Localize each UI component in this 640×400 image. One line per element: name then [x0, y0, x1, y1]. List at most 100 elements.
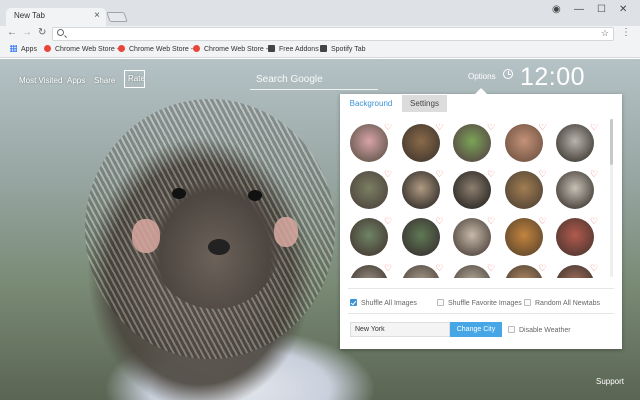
favorite-heart-icon[interactable]: ♡ — [436, 124, 446, 132]
favorite-heart-icon[interactable]: ♡ — [436, 169, 446, 179]
favorite-heart-icon[interactable]: ♡ — [590, 169, 600, 179]
background-thumbnail[interactable] — [453, 124, 491, 162]
search-input[interactable] — [250, 70, 378, 88]
background-thumbnail[interactable] — [556, 124, 594, 162]
background-thumbnail[interactable] — [350, 171, 388, 209]
scrollbar-thumb[interactable] — [610, 119, 613, 165]
panel-tabs: Background Settings — [340, 94, 622, 112]
background-thumbnail[interactable] — [504, 265, 543, 278]
favorite-heart-icon[interactable]: ♡ — [436, 263, 446, 273]
tab-background[interactable]: Background — [342, 95, 400, 112]
support-link[interactable]: Support — [596, 377, 624, 386]
favorite-heart-icon[interactable]: ♡ — [590, 124, 600, 132]
background-thumbnail[interactable] — [556, 171, 594, 209]
background-thumbnail[interactable] — [504, 218, 543, 256]
browser-menu-icon[interactable]: ⋮ — [621, 27, 631, 38]
bookmark-label: Chrome Web Store - — [55, 46, 120, 53]
favorite-heart-icon[interactable]: ♡ — [487, 216, 497, 226]
change-city-button[interactable]: Change City — [450, 322, 502, 337]
background-thumbnail[interactable] — [350, 218, 388, 256]
back-button[interactable]: ← — [7, 27, 17, 38]
hedgehog-nose — [208, 239, 230, 255]
disable-weather-checkbox[interactable] — [508, 326, 515, 333]
bookmark-label: Free Addons — [279, 46, 319, 53]
background-thumbnail[interactable] — [401, 265, 440, 278]
bookmark-star-icon[interactable]: ☆ — [601, 28, 609, 39]
favorite-heart-icon[interactable]: ♡ — [487, 263, 497, 273]
favorite-heart-icon[interactable]: ♡ — [487, 124, 497, 132]
background-thumbnail[interactable] — [556, 265, 594, 278]
divider — [348, 313, 614, 314]
background-thumbnail[interactable] — [350, 265, 388, 278]
browser-titlebar: New Tab × ◉ — ☐ ✕ — [0, 0, 640, 26]
bookmark-label: Chrome Web Store - — [204, 46, 269, 53]
disable-weather-option[interactable]: Disable Weather — [508, 326, 571, 334]
minimize-button[interactable]: — — [574, 4, 584, 15]
chrome-store-icon — [193, 45, 200, 52]
addons-icon — [268, 45, 275, 52]
background-thumbnail[interactable] — [350, 124, 388, 162]
address-bar[interactable]: ☆ — [52, 27, 614, 41]
hedgehog-eye-left — [172, 188, 186, 199]
apps-grid-icon — [10, 45, 17, 52]
background-thumbnail-grid: ♡ ♡ ♡ ♡ ♡ ♡ ♡ ♡ ♡ ♡ ♡ ♡ ♡ ♡ ♡ ♡ ♡ ♡ ♡ ♡ — [350, 124, 606, 278]
favorite-heart-icon[interactable]: ♡ — [436, 216, 446, 226]
rate-button[interactable]: Rate — [124, 70, 145, 88]
bookmark-spotify-tab[interactable]: Spotify Tab — [320, 45, 366, 53]
forward-button[interactable]: → — [22, 27, 32, 38]
background-thumbnail[interactable] — [556, 218, 594, 256]
apps-link[interactable]: Apps — [67, 76, 85, 85]
background-thumbnail[interactable] — [453, 218, 491, 256]
bookmark-chrome-store-3[interactable]: Chrome Web Store - — [193, 45, 268, 53]
bookmark-label: Chrome Web Store - — [129, 46, 194, 53]
tab-close-icon[interactable]: × — [94, 10, 100, 21]
chrome-store-icon — [44, 45, 51, 52]
favorite-heart-icon[interactable]: ♡ — [487, 169, 497, 179]
background-thumbnail[interactable] — [453, 265, 491, 278]
close-window-button[interactable]: ✕ — [619, 4, 627, 15]
background-thumbnail[interactable] — [504, 171, 543, 209]
background-thumbnail[interactable] — [453, 171, 491, 209]
city-input[interactable] — [350, 322, 450, 337]
favorite-heart-icon[interactable]: ♡ — [539, 124, 549, 132]
favorite-heart-icon[interactable]: ♡ — [384, 263, 394, 273]
background-thumbnail[interactable] — [401, 124, 440, 162]
favorite-heart-icon[interactable]: ♡ — [590, 216, 600, 226]
options-link[interactable]: Options — [468, 72, 496, 81]
maximize-button[interactable]: ☐ — [597, 4, 606, 15]
thumbnail-scrollbar[interactable] — [610, 119, 613, 277]
bookmark-apps[interactable]: Apps — [10, 45, 37, 53]
bookmark-chrome-store-2[interactable]: Chrome Web Store - — [118, 45, 193, 53]
favorite-heart-icon[interactable]: ♡ — [384, 124, 394, 132]
hedgehog-paw-left — [132, 219, 160, 253]
background-thumbnail[interactable] — [504, 124, 543, 162]
account-icon[interactable]: ◉ — [552, 4, 561, 15]
tab-title: New Tab — [14, 11, 45, 20]
background-thumbnail[interactable] — [401, 218, 440, 256]
favorite-heart-icon[interactable]: ♡ — [384, 169, 394, 179]
background-thumbnail[interactable] — [401, 171, 440, 209]
search-icon — [57, 29, 64, 36]
divider — [348, 288, 614, 289]
most-visited-link[interactable]: Most Visited — [19, 76, 62, 85]
tab-settings[interactable]: Settings — [402, 95, 447, 112]
shuffle-favorite-option[interactable]: Shuffle Favorite Images — [437, 299, 522, 307]
bookmark-chrome-store-1[interactable]: Chrome Web Store - — [44, 45, 119, 53]
favorite-heart-icon[interactable]: ♡ — [539, 169, 549, 179]
favorite-heart-icon[interactable]: ♡ — [384, 216, 394, 226]
share-link[interactable]: Share — [94, 76, 115, 85]
favorite-heart-icon[interactable]: ♡ — [590, 263, 600, 273]
reload-button[interactable]: ↻ — [38, 27, 46, 38]
shuffle-all-option[interactable]: Shuffle All Images — [350, 299, 417, 307]
bookmark-free-addons[interactable]: Free Addons — [268, 45, 319, 53]
shuffle-all-checkbox[interactable] — [350, 299, 357, 306]
favorite-heart-icon[interactable]: ♡ — [539, 216, 549, 226]
random-all-option[interactable]: Random All Newtabs — [524, 299, 600, 307]
new-tab-button[interactable] — [106, 12, 128, 22]
spotify-icon — [320, 45, 327, 52]
favorite-heart-icon[interactable]: ♡ — [539, 263, 549, 273]
random-all-checkbox[interactable] — [524, 299, 531, 306]
clock-icon[interactable] — [503, 69, 513, 79]
shuffle-favorite-checkbox[interactable] — [437, 299, 444, 306]
tab-new-tab[interactable]: New Tab × — [6, 8, 106, 26]
